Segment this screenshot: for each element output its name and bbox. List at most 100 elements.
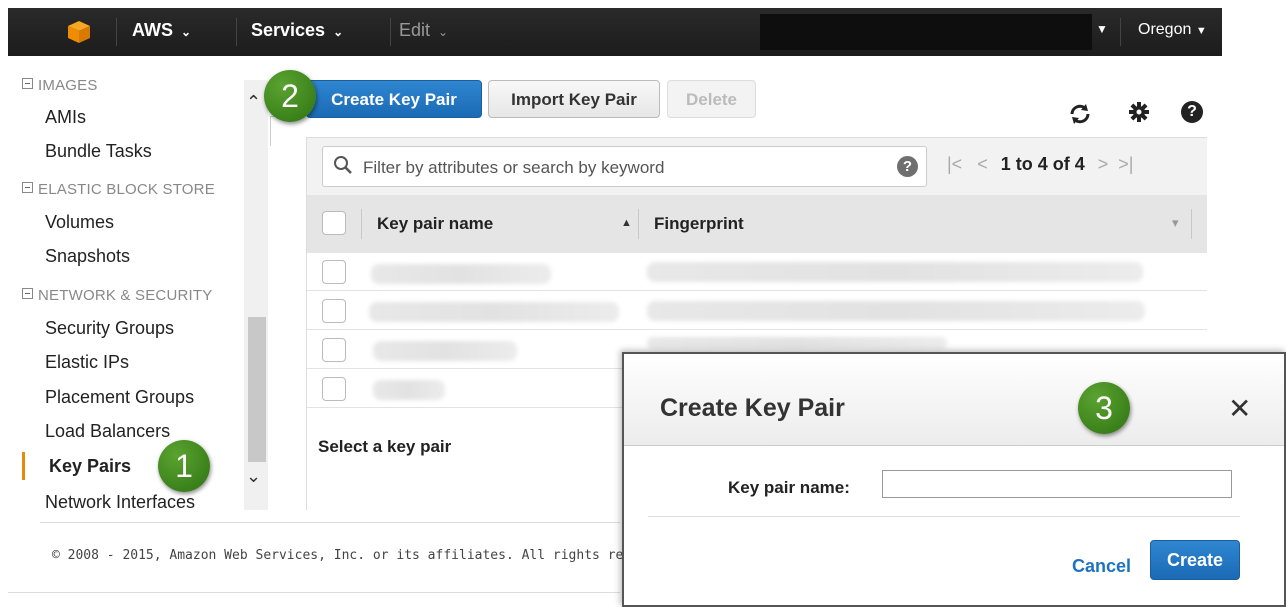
dialog-header: Create Key Pair ✕: [624, 354, 1284, 446]
nav-divider: [116, 18, 117, 46]
callout-step-2: 2: [264, 70, 316, 122]
search-help-icon[interactable]: ?: [897, 156, 918, 177]
column-divider: [1191, 209, 1192, 239]
nav-section-label: IMAGES: [38, 77, 98, 94]
chevron-down-icon: ⌄: [333, 25, 344, 39]
import-key-pair-button[interactable]: Import Key Pair: [488, 80, 660, 118]
filter-bar: Filter by attributes or search by keywor…: [307, 137, 1207, 195]
create-key-pair-dialog: Create Key Pair ✕ 3 Key pair name: Cance…: [622, 352, 1286, 607]
search-placeholder: Filter by attributes or search by keywor…: [363, 158, 665, 177]
detail-pane-empty-text: Select a key pair: [318, 437, 452, 456]
sidebar-item-load-balancers[interactable]: Load Balancers: [45, 421, 170, 442]
copyright-footer: © 2008 - 2015, Amazon Web Services, Inc.…: [52, 548, 622, 563]
aws-console-screen: AWS ⌄ Services ⌄ Edit ⌄ ▼ Oregon ▼ IMAGES A…: [0, 0, 1286, 607]
table-row[interactable]: [307, 292, 1207, 330]
column-menu-icon[interactable]: ▾: [1172, 215, 1179, 231]
search-icon: [334, 156, 352, 174]
select-all-checkbox[interactable]: [322, 211, 346, 235]
sidebar-item-key-pairs[interactable]: Key Pairs: [49, 456, 131, 477]
redacted-fingerprint: [647, 301, 1145, 321]
services-menu[interactable]: Services ⌄: [251, 20, 343, 41]
redacted-key-name: [371, 264, 551, 284]
callout-step-1: 1: [158, 440, 210, 492]
account-caret-icon[interactable]: ▼: [1096, 22, 1108, 36]
create-key-pair-button[interactable]: Create Key Pair: [306, 80, 482, 118]
edit-menu[interactable]: Edit ⌄: [399, 20, 448, 41]
column-divider: [638, 209, 639, 239]
scroll-down-icon[interactable]: ⌄: [246, 466, 261, 487]
table-row[interactable]: [307, 253, 1207, 291]
collapse-icon: [22, 182, 33, 193]
nav-section-network-security[interactable]: NETWORK & SECURITY: [22, 287, 212, 304]
region-selector[interactable]: Oregon ▼: [1138, 21, 1207, 39]
row-checkbox[interactable]: [322, 299, 346, 323]
services-menu-label: Services: [251, 20, 326, 40]
redacted-key-name: [369, 302, 619, 322]
sidebar-item-network-interfaces[interactable]: Network Interfaces: [45, 492, 195, 513]
refresh-icon[interactable]: [1068, 102, 1092, 126]
scrollbar-thumb[interactable]: [248, 317, 266, 462]
sidebar-item-snapshots[interactable]: Snapshots: [45, 246, 130, 267]
column-header-fingerprint[interactable]: Fingerprint: [654, 214, 744, 234]
aws-cube-logo-icon[interactable]: [67, 20, 91, 44]
redacted-key-name: [373, 341, 517, 361]
row-checkbox[interactable]: [322, 338, 346, 362]
aws-menu[interactable]: AWS ⌄: [132, 20, 191, 41]
nav-section-images[interactable]: IMAGES: [22, 77, 98, 94]
help-icon[interactable]: ?: [1181, 101, 1203, 123]
first-page-icon[interactable]: |<: [947, 154, 962, 174]
dialog-title: Create Key Pair: [660, 394, 845, 422]
bottom-divider: [8, 592, 620, 593]
column-divider: [361, 209, 362, 239]
nav-divider: [236, 18, 237, 46]
sidebar-item-elastic-ips[interactable]: Elastic IPs: [45, 352, 129, 373]
prev-page-icon[interactable]: <: [977, 154, 988, 174]
collapse-icon: [22, 78, 33, 89]
create-button[interactable]: Create: [1150, 540, 1240, 580]
redacted-key-name: [373, 380, 445, 400]
column-header-key-pair-name[interactable]: Key pair name: [377, 214, 493, 234]
table-header: Key pair name ▲ Fingerprint ▾: [307, 195, 1207, 253]
nav-section-ebs[interactable]: ELASTIC BLOCK STORE: [22, 181, 215, 198]
row-checkbox[interactable]: [322, 377, 346, 401]
footer-divider: [40, 522, 620, 523]
redacted-fingerprint: [647, 337, 947, 349]
redacted-fingerprint: [647, 262, 1143, 282]
sidebar-item-volumes[interactable]: Volumes: [45, 212, 114, 233]
pager-count: 1 to 4 of 4: [1000, 154, 1085, 174]
chevron-down-icon: ▼: [1195, 25, 1207, 37]
key-pair-name-input[interactable]: [882, 470, 1232, 498]
nav-section-label: ELASTIC BLOCK STORE: [38, 181, 215, 198]
sort-ascending-icon[interactable]: ▲: [621, 217, 632, 229]
close-icon[interactable]: ✕: [1228, 392, 1251, 425]
collapse-icon: [22, 288, 33, 299]
account-name-redacted[interactable]: [760, 14, 1092, 50]
search-input[interactable]: Filter by attributes or search by keywor…: [322, 146, 927, 187]
edit-menu-label: Edit: [399, 20, 431, 40]
chevron-down-icon: ⌄: [438, 25, 449, 39]
sidebar-item-amis[interactable]: AMIs: [45, 107, 86, 128]
chevron-down-icon: ⌄: [181, 25, 192, 39]
callout-step-3: 3: [1078, 382, 1130, 434]
scroll-up-icon[interactable]: ⌃: [246, 92, 261, 113]
key-pair-name-label: Key pair name:: [728, 478, 850, 497]
sidebar-scrollbar[interactable]: ⌃ ⌄: [244, 80, 268, 510]
sidebar-item-bundle-tasks[interactable]: Bundle Tasks: [45, 141, 152, 162]
cancel-button[interactable]: Cancel: [1072, 556, 1131, 577]
delete-button[interactable]: Delete: [667, 80, 756, 118]
region-label: Oregon: [1138, 21, 1192, 38]
last-page-icon[interactable]: >|: [1118, 154, 1133, 174]
sidebar-item-placement-groups[interactable]: Placement Groups: [45, 387, 194, 408]
nav-divider: [1120, 18, 1121, 46]
sidebar-item-security-groups[interactable]: Security Groups: [45, 318, 174, 339]
pagination: |< < 1 to 4 of 4 > >|: [947, 154, 1133, 175]
next-page-icon[interactable]: >: [1098, 154, 1109, 174]
nav-divider: [390, 18, 391, 46]
dialog-divider: [648, 516, 1240, 517]
gear-icon[interactable]: [1128, 101, 1150, 123]
aws-menu-label: AWS: [132, 20, 174, 40]
nav-section-label: NETWORK & SECURITY: [38, 287, 213, 304]
row-checkbox[interactable]: [322, 260, 346, 284]
active-indicator: [22, 452, 25, 480]
top-nav-bar: AWS ⌄ Services ⌄ Edit ⌄ ▼ Oregon ▼: [8, 8, 1222, 56]
